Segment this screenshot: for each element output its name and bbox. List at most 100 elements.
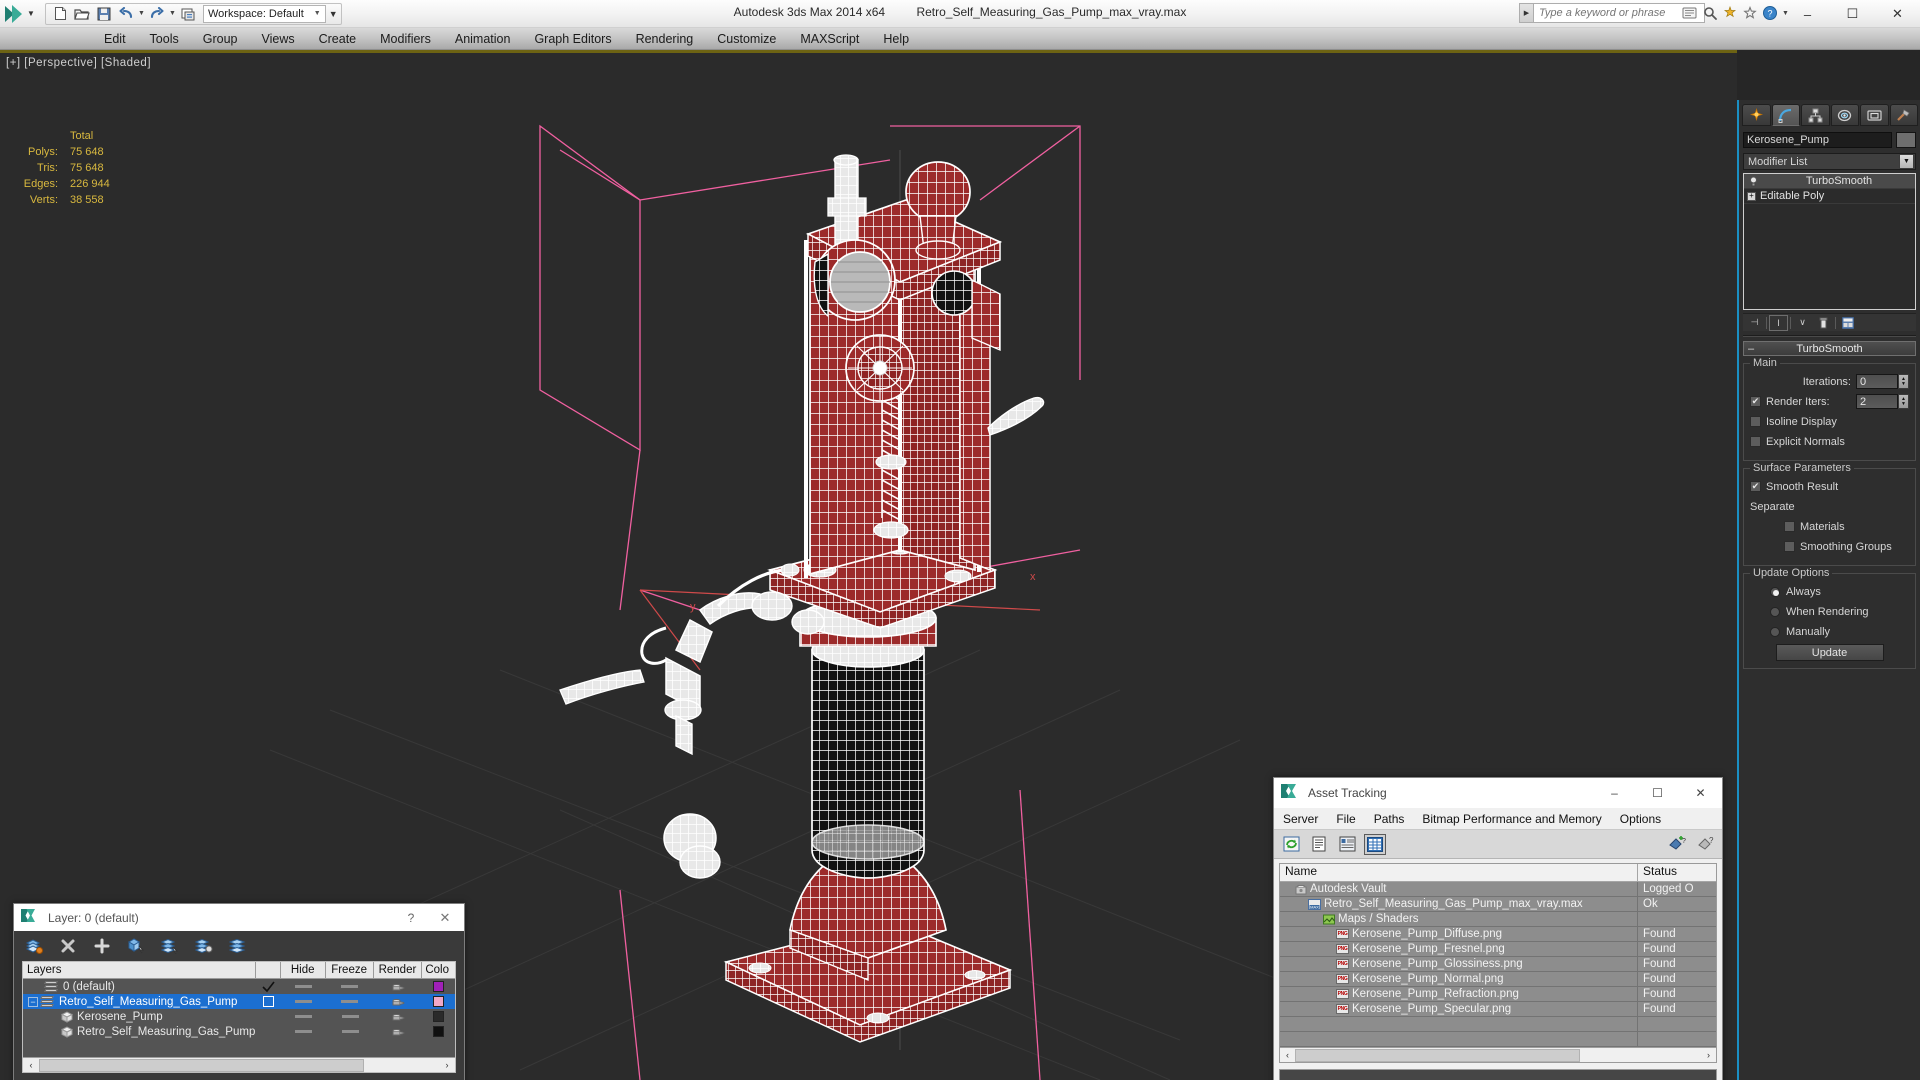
minimize-button[interactable]: – <box>1785 0 1830 28</box>
asset-menu-server[interactable]: Server <box>1274 810 1327 828</box>
layer-color-swatch[interactable] <box>422 994 455 1009</box>
menu-modifiers[interactable]: Modifiers <box>368 30 443 48</box>
table-row[interactable]: Maps / Shaders <box>1280 912 1716 927</box>
undo-icon[interactable] <box>115 4 137 24</box>
freeze-toggle[interactable] <box>326 994 374 1009</box>
layer-grid[interactable]: Layers Hide Freeze Render Colo 0 (defaul… <box>22 961 456 1073</box>
motion-tab[interactable] <box>1830 104 1859 126</box>
object-color-swatch[interactable] <box>1896 132 1916 148</box>
list-view-icon[interactable] <box>1308 834 1330 855</box>
explicit-normals-checkbox[interactable] <box>1750 436 1761 447</box>
menu-tools[interactable]: Tools <box>138 30 191 48</box>
menu-group[interactable]: Group <box>191 30 250 48</box>
search-input[interactable] <box>1533 3 1705 23</box>
materials-checkbox[interactable] <box>1784 521 1795 532</box>
render-iters-spinner[interactable]: 2 ▲ ▼ <box>1856 394 1909 409</box>
select-objects-in-layer-icon[interactable] <box>160 937 180 955</box>
maximize-button[interactable]: ☐ <box>1830 0 1875 28</box>
manually-radio[interactable] <box>1770 626 1780 637</box>
open-file-icon[interactable] <box>71 4 93 24</box>
column-freeze[interactable]: Freeze <box>326 962 374 978</box>
utilities-tab[interactable] <box>1889 104 1918 126</box>
asset-tracking-grid[interactable]: Name Status Autodesk Vault Logged O MAX … <box>1279 863 1717 1063</box>
table-row[interactable] <box>1280 1032 1716 1047</box>
new-file-icon[interactable] <box>49 4 71 24</box>
asset-menu-paths[interactable]: Paths <box>1365 810 1414 828</box>
layer-color-swatch[interactable] <box>423 1024 455 1039</box>
chevron-down-icon[interactable]: ▼ <box>1899 154 1914 169</box>
table-row[interactable]: PNG Kerosene_Pump_Normal.png Found <box>1280 972 1716 987</box>
menu-create[interactable]: Create <box>307 30 369 48</box>
redo-icon[interactable] <box>146 4 168 24</box>
show-end-result-icon[interactable]: I <box>1769 314 1788 331</box>
column-current[interactable] <box>256 962 281 978</box>
menu-customize[interactable]: Customize <box>705 30 788 48</box>
table-row[interactable]: MAX Retro_Self_Measuring_Gas_Pump_max_vr… <box>1280 897 1716 912</box>
hide-toggle[interactable] <box>281 1024 326 1039</box>
collapse-icon[interactable]: − <box>28 996 38 1007</box>
asset-menu-options[interactable]: Options <box>1611 810 1670 828</box>
expand-icon[interactable]: + <box>1747 191 1756 201</box>
lightbulb-icon[interactable] <box>1747 175 1760 188</box>
when-rendering-radio[interactable] <box>1770 606 1780 617</box>
render-iters-value[interactable]: 2 <box>1856 394 1898 409</box>
search-dropdown-icon[interactable]: ▶ <box>1519 3 1533 23</box>
project-folder-icon[interactable] <box>177 4 199 24</box>
object-name-field[interactable]: Kerosene_Pump <box>1743 132 1892 148</box>
scrollbar-thumb[interactable] <box>39 1058 364 1072</box>
current-layer-check[interactable] <box>256 994 281 1009</box>
scrollbar-thumb[interactable] <box>1295 1048 1580 1062</box>
current-layer-check[interactable] <box>256 979 281 994</box>
add-asset-icon[interactable]: ? <box>1666 834 1688 855</box>
hide-toggle[interactable] <box>281 1009 326 1024</box>
menu-edit[interactable]: Edit <box>92 30 138 48</box>
help-button[interactable]: ? <box>396 911 426 925</box>
column-hide[interactable]: Hide <box>281 962 326 978</box>
new-layer-icon[interactable] <box>92 937 112 955</box>
asset-minimize-button[interactable]: – <box>1593 778 1636 808</box>
pin-stack-icon[interactable]: ⊣ <box>1745 315 1764 331</box>
menu-animation[interactable]: Animation <box>443 30 523 48</box>
table-row[interactable]: PNG Kerosene_Pump_Refraction.png Found <box>1280 987 1716 1002</box>
asset-close-button[interactable]: ✕ <box>1679 778 1722 808</box>
iterations-value[interactable]: 0 <box>1856 374 1898 389</box>
hide-toggle[interactable] <box>281 979 326 994</box>
close-button[interactable]: ✕ <box>1875 0 1920 28</box>
smooth-result-checkbox[interactable]: ✔ <box>1750 481 1761 492</box>
asset-maximize-button[interactable]: ☐ <box>1636 778 1679 808</box>
render-toggle[interactable] <box>374 1009 423 1024</box>
subscription-center-icon[interactable] <box>1721 4 1738 22</box>
table-row[interactable]: 0 (default) <box>23 979 455 994</box>
layer-close-button[interactable]: ✕ <box>426 910 464 926</box>
table-row[interactable] <box>1280 1017 1716 1032</box>
layer-properties-icon[interactable] <box>228 937 248 955</box>
detail-view-icon[interactable] <box>1336 834 1358 855</box>
help-asset-icon[interactable]: ? <box>1694 834 1716 855</box>
render-iters-checkbox[interactable]: ✔ <box>1750 396 1761 407</box>
table-row[interactable]: Kerosene_Pump <box>23 1009 455 1024</box>
create-tab[interactable] <box>1742 104 1771 126</box>
table-row[interactable]: Retro_Self_Measuring_Gas_Pump <box>23 1024 455 1039</box>
table-row[interactable]: PNG Kerosene_Pump_Fresnel.png Found <box>1280 942 1716 957</box>
set-current-layer-icon[interactable] <box>194 937 214 955</box>
menu-views[interactable]: Views <box>249 30 306 48</box>
spinner-arrows-icon[interactable]: ▲ ▼ <box>1898 374 1909 389</box>
remove-modifier-icon[interactable] <box>1814 315 1833 331</box>
scroll-left-icon[interactable]: ‹ <box>23 1060 39 1070</box>
menu-help[interactable]: Help <box>871 30 921 48</box>
smoothing-groups-checkbox[interactable] <box>1784 541 1795 552</box>
freeze-toggle[interactable] <box>326 1009 374 1024</box>
make-unique-icon[interactable]: ∨ <box>1793 315 1812 331</box>
always-radio[interactable] <box>1770 586 1780 597</box>
stack-item-turbosmooth[interactable]: TurboSmooth <box>1744 174 1915 189</box>
layer-horizontal-scrollbar[interactable]: ‹ › <box>23 1057 455 1072</box>
infocenter-icon[interactable] <box>1681 4 1698 22</box>
spinner-arrows-icon[interactable]: ▲ ▼ <box>1898 394 1909 409</box>
save-file-icon[interactable] <box>93 4 115 24</box>
layer-color-swatch[interactable] <box>423 1009 455 1024</box>
stack-item-editable-poly[interactable]: + Editable Poly <box>1744 189 1915 204</box>
asset-menu-bitmap[interactable]: Bitmap Performance and Memory <box>1413 810 1610 828</box>
scroll-left-icon[interactable]: ‹ <box>1280 1050 1295 1060</box>
column-render[interactable]: Render <box>374 962 423 978</box>
table-row[interactable]: − Retro_Self_Measuring_Gas_Pump <box>23 994 455 1009</box>
